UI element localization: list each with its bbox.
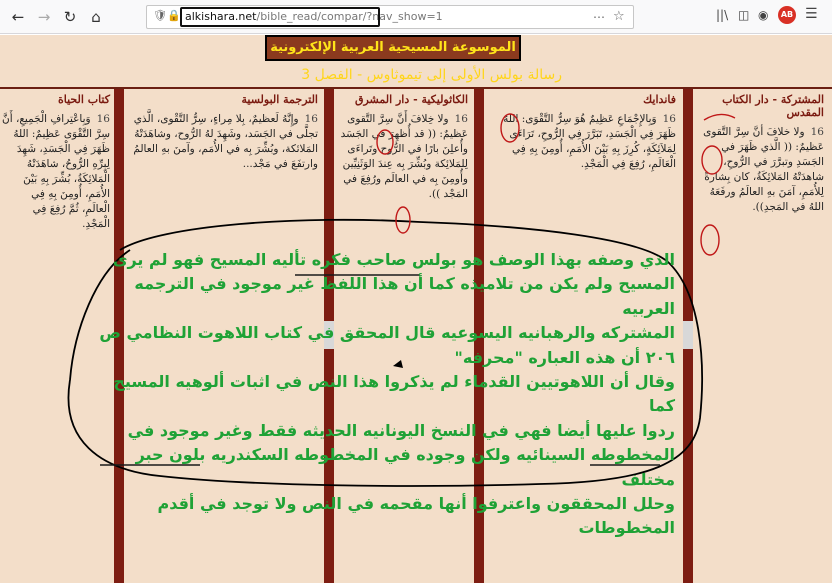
version-column-catholic: الكاثوليكية - دار المشرق 16ولا خِلافَ أَ… <box>336 93 468 202</box>
home-icon[interactable]: ⌂ <box>86 7 106 27</box>
forward-arrow-icon[interactable]: → <box>34 7 54 27</box>
annotation-line: ردوا عليها أيضا فهي في النسخ اليونانيه ا… <box>127 420 675 440</box>
version-column-pauline: الترجمة البولسية 16وإِنَّهُ لَعظيمٌ، بِل… <box>126 93 318 172</box>
hamburger-menu-icon[interactable]: ☰ <box>805 6 818 22</box>
sidebar-icon[interactable]: ◫ <box>738 8 749 22</box>
insecure-lock-icon[interactable]: 🔒 <box>167 9 181 22</box>
back-arrow-icon[interactable]: ← <box>8 7 28 27</box>
verse-text: 16وَبِالإِجْمَاعِ عَظِيمٌ هُوَ سِرُّ الت… <box>486 112 676 172</box>
shield-icon[interactable]: 🛡 <box>153 9 167 22</box>
verse-number: 16 <box>662 113 676 125</box>
verse-number: 16 <box>96 113 110 125</box>
annotation-line: ٢٠٦ أن هذه العباره "محرفه" <box>454 347 675 367</box>
url-highlight-box <box>180 7 380 27</box>
annotation-line: الذي وصفه بهذا الوصف هو بولس صاحب فكره ت… <box>112 250 675 269</box>
handwritten-annotation: الذي وصفه بهذا الوصف هو بولس صاحب فكره ت… <box>95 248 675 541</box>
column-header[interactable]: المشتركة - دار الكتاب المقدس <box>694 93 824 119</box>
verse-body: ولا خِلافَ أَنَّ سِرَّ التَّقوى عَظيمٌ: … <box>340 113 468 200</box>
column-header[interactable]: فاندايك <box>486 93 676 106</box>
verse-text: 16وإِنَّهُ لَعظيمٌ، بِلا مِراءٍ، سِرُّ ا… <box>126 112 318 172</box>
annotation-line: المسيح ولم يكن من تلاميذه كما أن هذا الل… <box>134 274 675 318</box>
verse-text: 16ولا خِلافَ أَنَّ سِرَّ التَّقوى عَظيمٌ… <box>336 112 468 202</box>
verse-number: 16 <box>454 113 468 125</box>
annotation-line: وحلل المحققون واعترفوا أنها مقحمه في الن… <box>157 494 675 538</box>
annotation-line: وقال أن اللاهوتيين القدماء لم يذكروا هذا… <box>113 372 675 416</box>
column-header[interactable]: الكاثوليكية - دار المشرق <box>336 93 468 106</box>
annotation-line: المخطوطه السينائيه ولكن وجوده في المخطوط… <box>135 445 675 489</box>
verse-body: ولا خلافَ أنَّ سِرَّ التَّقوى عَظيمٌ: ((… <box>703 126 824 213</box>
browser-toolbar: ← → ↻ ⌂ 🛡 🔒 alkishara.net/bible_read/com… <box>0 0 832 34</box>
verse-body: وإِنَّهُ لَعظيمٌ، بِلا مِراءٍ، سِرُّ الت… <box>133 113 318 170</box>
verse-body: وَبِاعْتِرافِ الْجَمِيعِ، أَنَّ سِرَّ ال… <box>1 113 110 230</box>
more-actions-icon[interactable]: ⋯ <box>593 10 605 24</box>
version-column-mushtaraka: المشتركة - دار الكتاب المقدس 16ولا خلافَ… <box>694 93 824 215</box>
version-column-vandyke: فاندايك 16وَبِالإِجْمَاعِ عَظِيمٌ هُوَ س… <box>486 93 676 172</box>
reload-icon[interactable]: ↻ <box>60 7 80 27</box>
verse-body: وَبِالإِجْمَاعِ عَظِيمٌ هُوَ سِرُّ التَّ… <box>503 113 676 170</box>
column-header[interactable]: الترجمة البولسية <box>126 93 318 106</box>
verse-number: 16 <box>810 126 824 138</box>
url-bar[interactable]: 🛡 🔒 alkishara.net/bible_read/compar/?nav… <box>146 5 634 29</box>
chapter-title: رسالة بولس الأولى إلى تيموثاوس - الفصل 3 <box>301 67 562 83</box>
verse-number: 16 <box>304 113 318 125</box>
scroll-strip <box>683 321 693 349</box>
library-icon[interactable]: ||\ <box>716 8 728 22</box>
annotation-line: المشتركه والرهبانيه اليسوعيه قال المحقق … <box>99 323 675 343</box>
profile-badge[interactable]: AB <box>778 6 796 24</box>
bookmark-star-icon[interactable]: ☆ <box>613 9 625 24</box>
version-column-book-of-life: كتاب الحياة 16وَبِاعْتِرافِ الْجَمِيعِ، … <box>2 93 110 232</box>
site-title[interactable]: الموسوعة المسيحية العربية الإلكترونية <box>265 35 521 61</box>
top-divider <box>0 87 832 89</box>
column-header[interactable]: كتاب الحياة <box>2 93 110 106</box>
verse-text: 16وَبِاعْتِرافِ الْجَمِيعِ، أَنَّ سِرَّ … <box>2 112 110 232</box>
verse-text: 16ولا خلافَ أنَّ سِرَّ التَّقوى عَظيمٌ: … <box>694 125 824 215</box>
account-icon[interactable]: ◉ <box>758 8 768 22</box>
